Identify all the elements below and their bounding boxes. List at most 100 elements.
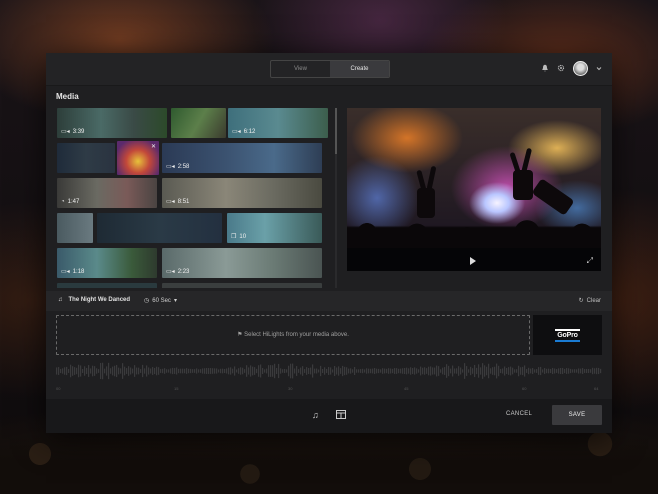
waveform-bar <box>422 367 424 375</box>
waveform-bar <box>114 365 116 377</box>
waveform-bar <box>298 369 300 373</box>
waveform-bar <box>528 367 530 375</box>
duration-dropdown[interactable]: ◷ 60 Sec ▾ <box>144 297 177 305</box>
waveform-bar <box>546 368 548 374</box>
bell-icon[interactable] <box>541 64 549 74</box>
waveform-bar <box>344 366 346 376</box>
layout-icon[interactable] <box>336 410 346 421</box>
clip-duration: 1:47 <box>67 199 80 205</box>
waveform-bar <box>334 365 336 377</box>
media-thumb[interactable]: ▭◂ 1:18 <box>57 248 157 278</box>
waveform-bar <box>314 368 316 374</box>
waveform-bar <box>224 368 226 374</box>
tick-label: 60 <box>522 386 527 391</box>
waveform-bar <box>120 368 122 374</box>
tick-label: 45 <box>404 386 409 391</box>
waveform-bar <box>92 365 94 377</box>
waveform-bar <box>366 368 368 374</box>
media-thumb[interactable] <box>162 283 322 288</box>
waveform-bar <box>388 368 390 374</box>
waveform-bar <box>400 368 402 374</box>
fullscreen-icon[interactable]: ⤢ <box>587 256 593 266</box>
waveform-bar <box>582 368 584 374</box>
waveform-bar <box>86 367 88 375</box>
waveform-bar <box>288 365 290 377</box>
waveform-bar <box>562 367 564 375</box>
media-scrollbar[interactable] <box>335 108 337 288</box>
clip-duration: 2:23 <box>177 268 190 275</box>
waveform-bar <box>276 367 278 375</box>
waveform-bar <box>62 368 64 374</box>
scrollbar-thumb[interactable] <box>335 108 337 154</box>
preview-frame <box>347 108 601 248</box>
waveform-bar <box>72 366 74 376</box>
waveform-bar <box>370 368 372 374</box>
waveform-bar <box>464 363 466 379</box>
media-thumb[interactable]: ❐ 10 <box>227 213 322 243</box>
waveform-bar <box>88 365 90 377</box>
waveform-bar <box>406 367 408 375</box>
avatar[interactable] <box>573 61 588 76</box>
media-thumb[interactable]: ▭◂ 8:51 <box>162 178 322 208</box>
waveform-bar <box>188 368 190 374</box>
song-selector[interactable]: ♫ The Night We Danced <box>58 297 130 303</box>
clear-label: Clear <box>586 297 601 304</box>
waveform-bar <box>324 367 326 375</box>
waveform-bar <box>456 368 458 374</box>
audio-waveform[interactable] <box>56 359 602 383</box>
close-icon[interactable]: ✕ <box>151 143 156 150</box>
waveform-bar <box>396 368 398 374</box>
tick-label: 30 <box>288 386 293 391</box>
waveform-bar <box>130 367 132 375</box>
waveform-bar <box>566 368 568 374</box>
waveform-bar <box>154 367 156 375</box>
gear-icon[interactable] <box>557 64 565 74</box>
hilights-dropzone[interactable]: ⚑ Select HiLights from your media above. <box>56 315 530 355</box>
media-thumb-selected[interactable]: ✕ <box>117 141 159 175</box>
cancel-button[interactable]: CANCEL <box>506 411 532 417</box>
media-thumb[interactable] <box>57 213 93 243</box>
media-thumb[interactable]: ▭◂ 6:12 <box>228 108 328 138</box>
chevron-down-icon[interactable] <box>596 65 602 73</box>
waveform-bar <box>330 367 332 375</box>
music-icon[interactable]: ♫ <box>312 410 319 420</box>
play-icon[interactable] <box>470 257 476 265</box>
waveform-bar <box>286 369 288 373</box>
tab-create[interactable]: Create <box>330 61 389 77</box>
waveform-bar <box>486 366 488 376</box>
waveform-bar <box>504 366 506 376</box>
media-thumb[interactable] <box>57 143 115 173</box>
media-thumb[interactable] <box>97 213 222 243</box>
waveform-bar <box>440 369 442 373</box>
waveform-bar <box>360 369 362 373</box>
waveform-bar <box>94 366 96 376</box>
waveform-bar <box>144 368 146 374</box>
waveform-bar <box>376 368 378 374</box>
waveform-bar <box>526 369 528 373</box>
gopro-logo: GoPro <box>555 328 580 342</box>
gopro-outro-tile[interactable]: GoPro <box>533 315 602 355</box>
waveform-bar <box>112 366 114 376</box>
tab-view[interactable]: View <box>271 61 330 77</box>
waveform-bar <box>242 367 244 375</box>
media-thumb[interactable]: ▭◂ 2:23 <box>162 248 322 278</box>
save-button[interactable]: SAVE <box>552 405 602 425</box>
waveform-bar <box>76 367 78 375</box>
media-thumb[interactable]: ◔ 1:47 <box>57 178 157 208</box>
waveform-bar <box>66 366 68 376</box>
waveform-bar <box>428 366 430 376</box>
media-thumb[interactable] <box>57 283 157 288</box>
tick-label: 15 <box>174 386 179 391</box>
waveform-bar <box>346 367 348 375</box>
timeline-ticks: 00 15 30 45 60 64 <box>56 386 602 396</box>
media-thumb[interactable] <box>171 108 226 138</box>
footer-bar: ♫ CANCEL SAVE <box>46 399 612 433</box>
media-thumb[interactable]: ▭◂ 3:39 <box>57 108 167 138</box>
media-thumb[interactable]: ▭◂ 2:58 <box>162 143 322 173</box>
waveform-bar <box>478 364 480 378</box>
waveform-bar <box>454 368 456 374</box>
waveform-bar <box>254 367 256 375</box>
waveform-bar <box>174 368 176 374</box>
waveform-bar <box>488 363 490 379</box>
clear-button[interactable]: ↻ Clear <box>579 297 601 305</box>
